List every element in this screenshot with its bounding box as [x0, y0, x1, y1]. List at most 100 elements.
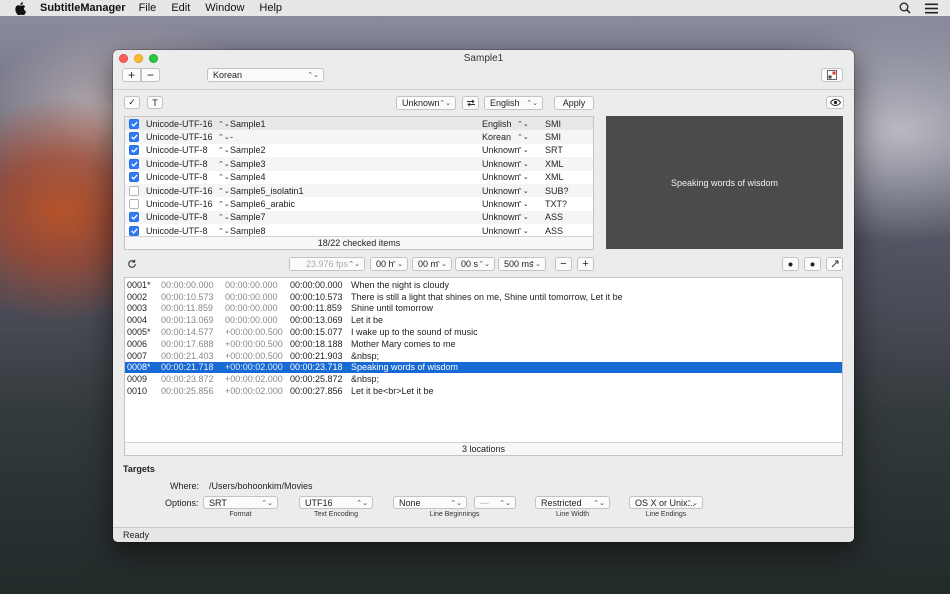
subtitle-row[interactable]: 0009 00:00:23.872 +00:00:02.000 00:00:25.87…: [125, 373, 842, 385]
file-row[interactable]: Unicode-UTF-8 ⌃⌄ Sample2 Unknown ⌃⌄ SRT: [125, 144, 593, 157]
subtitle-row[interactable]: 0010 00:00:25.856 +00:00:02.000 00:00:27.85…: [125, 385, 842, 397]
menu-edit[interactable]: Edit: [171, 2, 190, 14]
where-path[interactable]: /Users/bohoonkim/Movies: [209, 481, 313, 491]
encoding-stepper-icon[interactable]: ⌃⌄: [218, 160, 230, 168]
subtitle-row[interactable]: 0001* 00:00:00.000 00:00:00.000 00:00:00.00…: [125, 279, 842, 291]
file-language[interactable]: Korean: [482, 132, 511, 142]
file-language[interactable]: Unknown: [482, 212, 520, 222]
file-checkbox[interactable]: [129, 132, 139, 143]
language-stepper-icon[interactable]: ⌃⌄: [517, 213, 529, 221]
file-encoding[interactable]: Unicode-UTF-16: [146, 199, 213, 209]
subtitle-row[interactable]: 0008* 00:00:21.718 +00:00:02.000 00:00:23.7…: [125, 361, 842, 374]
milliseconds-stepper[interactable]: 500 ms ⌃⌄: [498, 257, 546, 271]
file-checkbox[interactable]: [129, 185, 139, 196]
file-encoding[interactable]: Unicode-UTF-8: [146, 145, 208, 155]
mark-start-button[interactable]: [782, 257, 799, 271]
file-row[interactable]: Unicode-UTF-16 ⌃⌄ Sample6_arabic Unknown ⌃⌄ T…: [125, 197, 593, 210]
menu-help[interactable]: Help: [259, 2, 282, 14]
file-language[interactable]: Unknown: [482, 159, 520, 169]
menu-file[interactable]: File: [139, 2, 157, 14]
file-encoding[interactable]: Unicode-UTF-16: [146, 132, 213, 142]
line-endings-popup[interactable]: OS X or Unix... ⌃⌄: [629, 496, 703, 509]
zoom-window-button[interactable]: [149, 54, 158, 63]
notification-center-icon[interactable]: [925, 3, 938, 14]
file-encoding[interactable]: Unicode-UTF-8: [146, 226, 208, 236]
file-row[interactable]: Unicode-UTF-16 ⌃⌄ Sample1 English ⌃⌄ SMI: [125, 117, 593, 131]
encoding-stepper-icon[interactable]: ⌃⌄: [218, 120, 230, 128]
file-checkbox[interactable]: [129, 199, 139, 210]
file-row[interactable]: Unicode-UTF-8 ⌃⌄ Sample4 Unknown ⌃⌄ XML: [125, 171, 593, 184]
subtitle-row[interactable]: 0007 00:00:21.403 +00:00:00.500 00:00:21.90…: [125, 350, 842, 362]
subtitle-row[interactable]: 0002 00:00:10.573 00:00:00.000 00:00:10.573…: [125, 291, 842, 303]
file-encoding[interactable]: Unicode-UTF-8: [146, 212, 208, 222]
line-beginnings-popup[interactable]: None ⌃⌄: [393, 496, 467, 509]
expand-button[interactable]: [826, 257, 843, 271]
file-checkbox[interactable]: [129, 118, 139, 129]
language-stepper-icon[interactable]: ⌃⌄: [517, 187, 529, 195]
shift-plus-button[interactable]: +: [577, 257, 594, 271]
format-popup[interactable]: SRT ⌃⌄: [203, 496, 278, 509]
check-all-button[interactable]: ✓: [124, 96, 140, 109]
line-width-popup[interactable]: Restricted ⌃⌄: [535, 496, 610, 509]
source-encoding-popup[interactable]: Unknown ⌃⌄: [396, 96, 456, 110]
file-encoding[interactable]: Unicode-UTF-8: [146, 159, 208, 169]
file-encoding[interactable]: Unicode-UTF-16: [146, 119, 213, 129]
file-checkbox[interactable]: [129, 225, 139, 236]
add-file-button[interactable]: +: [122, 68, 141, 82]
file-encoding[interactable]: Unicode-UTF-8: [146, 172, 208, 182]
seconds-stepper[interactable]: 00 s ⌃⌄: [455, 257, 495, 271]
encoding-stepper-icon[interactable]: ⌃⌄: [218, 213, 230, 221]
file-checkbox[interactable]: [129, 172, 139, 183]
file-row[interactable]: Unicode-UTF-8 ⌃⌄ Sample3 Unknown ⌃⌄ XML: [125, 157, 593, 171]
file-encoding[interactable]: Unicode-UTF-16: [146, 186, 213, 196]
fullscreen-button[interactable]: [821, 68, 843, 82]
menu-window[interactable]: Window: [205, 2, 244, 14]
file-language[interactable]: Unknown: [482, 145, 520, 155]
shift-minus-button[interactable]: −: [555, 257, 572, 271]
text-encoding-popup[interactable]: UTF16 ⌃⌄: [299, 496, 373, 509]
encoding-stepper-icon[interactable]: ⌃⌄: [218, 187, 230, 195]
file-checkbox[interactable]: [129, 158, 139, 169]
target-language-popup[interactable]: English ⌃⌄: [484, 96, 543, 110]
language-stepper-icon[interactable]: ⌃⌄: [517, 200, 529, 208]
spotlight-search-icon[interactable]: [899, 2, 911, 14]
encoding-stepper-icon[interactable]: ⌃⌄: [218, 200, 230, 208]
apply-button[interactable]: Apply: [554, 96, 594, 110]
hours-stepper[interactable]: 00 h ⌃⌄: [370, 257, 408, 271]
apple-icon[interactable]: [13, 1, 27, 15]
language-popup[interactable]: Korean ⌃⌄: [207, 68, 324, 82]
text-mode-button[interactable]: T: [147, 96, 163, 109]
subtitle-row[interactable]: 0003 00:00:11.859 00:00:00.000 00:00:11.859…: [125, 303, 842, 315]
subtitle-row[interactable]: 0004 00:00:13.069 00:00:00.000 00:00:13.069…: [125, 314, 842, 326]
language-stepper-icon[interactable]: ⌃⌄: [517, 133, 529, 141]
file-language[interactable]: Unknown: [482, 226, 520, 236]
minutes-stepper[interactable]: 00 m ⌃⌄: [412, 257, 452, 271]
language-stepper-icon[interactable]: ⌃⌄: [517, 173, 529, 181]
encoding-stepper-icon[interactable]: ⌃⌄: [218, 227, 230, 235]
language-stepper-icon[interactable]: ⌃⌄: [517, 120, 529, 128]
file-row[interactable]: Unicode-UTF-16 ⌃⌄ - Korean ⌃⌄ SMI: [125, 130, 593, 144]
file-checkbox[interactable]: [129, 212, 139, 223]
encoding-stepper-icon[interactable]: ⌃⌄: [218, 133, 230, 141]
file-row[interactable]: Unicode-UTF-8 ⌃⌄ Sample7 Unknown ⌃⌄ ASS: [125, 210, 593, 225]
file-language[interactable]: Unknown: [482, 186, 520, 196]
language-stepper-icon[interactable]: ⌃⌄: [517, 227, 529, 235]
encoding-stepper-icon[interactable]: ⌃⌄: [218, 173, 230, 181]
mark-end-button[interactable]: [804, 257, 821, 271]
language-stepper-icon[interactable]: ⌃⌄: [517, 160, 529, 168]
subtitle-row[interactable]: 0005* 00:00:14.577 +00:00:00.500 00:00:15.0…: [125, 326, 842, 338]
fps-field[interactable]: 23.976 fps ⌃⌄: [289, 257, 365, 271]
swap-languages-button[interactable]: [462, 96, 479, 110]
line-beginnings-secondary-popup[interactable]: --- ⌃⌄: [474, 496, 516, 509]
subtitle-row[interactable]: 0006 00:00:17.688 +00:00:00.500 00:00:18.18…: [125, 338, 842, 350]
language-stepper-icon[interactable]: ⌃⌄: [517, 146, 529, 154]
preview-toggle-button[interactable]: [826, 96, 844, 109]
file-language[interactable]: Unknown: [482, 172, 520, 182]
file-language[interactable]: Unknown: [482, 199, 520, 209]
refresh-button[interactable]: [124, 257, 140, 271]
file-checkbox[interactable]: [129, 145, 139, 156]
app-name-menu[interactable]: SubtitleManager: [40, 2, 126, 14]
minimize-window-button[interactable]: [134, 54, 143, 63]
close-window-button[interactable]: [119, 54, 128, 63]
remove-file-button[interactable]: −: [141, 68, 160, 82]
